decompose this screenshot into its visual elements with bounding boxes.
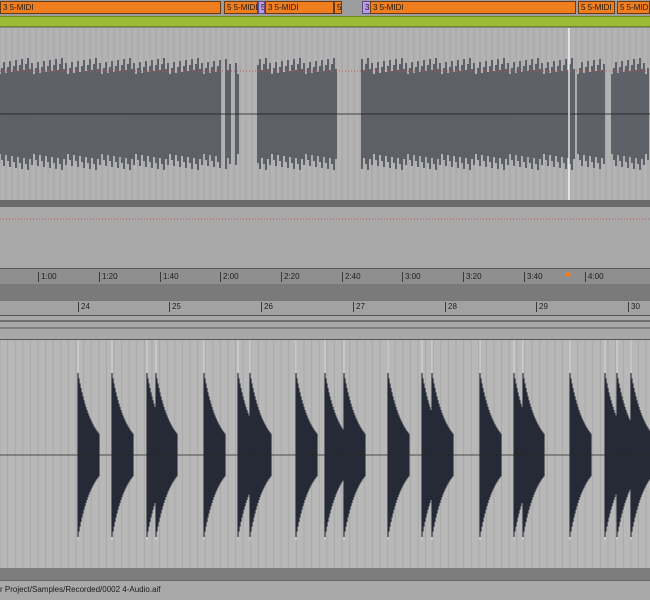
bar-label: 30 <box>628 302 640 312</box>
file-path-text: r Project/Samples/Recorded/0002 4-Audio.… <box>0 585 161 594</box>
clip-label: 5 5-MIDI <box>581 3 612 12</box>
time-ruler[interactable]: 1:00 1:20 1:40 2:00 2:20 2:40 3:00 3:20 … <box>0 268 650 284</box>
clip-5[interactable]: 5 <box>334 1 342 14</box>
sample-transients <box>77 340 650 540</box>
loop-brace-strip[interactable] <box>0 315 650 340</box>
sample-editor[interactable] <box>0 340 650 568</box>
empty-lane-grid <box>0 218 650 220</box>
clip-8[interactable]: 5 5-MIDI <box>578 1 615 14</box>
arrangement-waveform <box>0 28 650 200</box>
editor-scrollbar[interactable] <box>0 568 650 580</box>
status-bar: r Project/Samples/Recorded/0002 4-Audio.… <box>0 580 650 600</box>
time-label: 2:00 <box>220 272 239 282</box>
time-label: 2:40 <box>342 272 361 282</box>
bar-ruler[interactable]: 24 25 26 27 28 29 30 <box>0 300 650 315</box>
bar-label: 26 <box>261 302 273 312</box>
bar-label: 27 <box>353 302 365 312</box>
clip-4[interactable]: 3 5-MIDI <box>265 1 334 14</box>
time-label: 3:00 <box>402 272 421 282</box>
clip-label: 5 <box>337 3 342 12</box>
clip-label: 5 5-MIDI <box>620 3 650 12</box>
clip-label: 5 5-MIDI <box>227 3 258 12</box>
loop-strip-lines <box>0 320 650 329</box>
bar-label: 25 <box>169 302 181 312</box>
time-label: 1:00 <box>38 272 57 282</box>
playhead-marker-icon[interactable] <box>563 271 573 277</box>
time-label: 2:20 <box>281 272 300 282</box>
time-label: 3:20 <box>463 272 482 282</box>
clip-label: 3 <box>365 3 370 12</box>
clip-3[interactable]: 5 <box>258 1 265 14</box>
clip-7[interactable]: 3 5-MIDI <box>370 1 576 14</box>
empty-track-lane[interactable] <box>0 207 650 268</box>
bar-label: 28 <box>445 302 457 312</box>
scroll-strip[interactable] <box>0 284 650 300</box>
bar-label: 29 <box>536 302 548 312</box>
track-divider[interactable] <box>0 200 650 207</box>
arrangement-audio-track[interactable] <box>0 28 650 200</box>
clip-label: 3 5-MIDI <box>268 3 299 12</box>
clip-2[interactable]: 5 5-MIDI <box>224 1 258 14</box>
clip-label: 3 5-MIDI <box>373 3 404 12</box>
time-label: 3:40 <box>524 272 543 282</box>
clip-label: 3 5-MIDI <box>3 3 34 12</box>
clip-9[interactable]: 5 5-MIDI <box>617 1 650 14</box>
bar-label: 24 <box>78 302 90 312</box>
clip-1[interactable]: 3 5-MIDI <box>0 1 221 14</box>
sample-waveform <box>0 340 650 568</box>
automation-lane[interactable] <box>0 16 650 27</box>
time-label: 1:40 <box>160 272 179 282</box>
time-label: 1:20 <box>99 272 118 282</box>
clip-bar: 3 5-MIDI 5 5-MIDI 5 3 5-MIDI 5 3 3 5-MID… <box>0 0 650 16</box>
time-label: 4:00 <box>585 272 604 282</box>
